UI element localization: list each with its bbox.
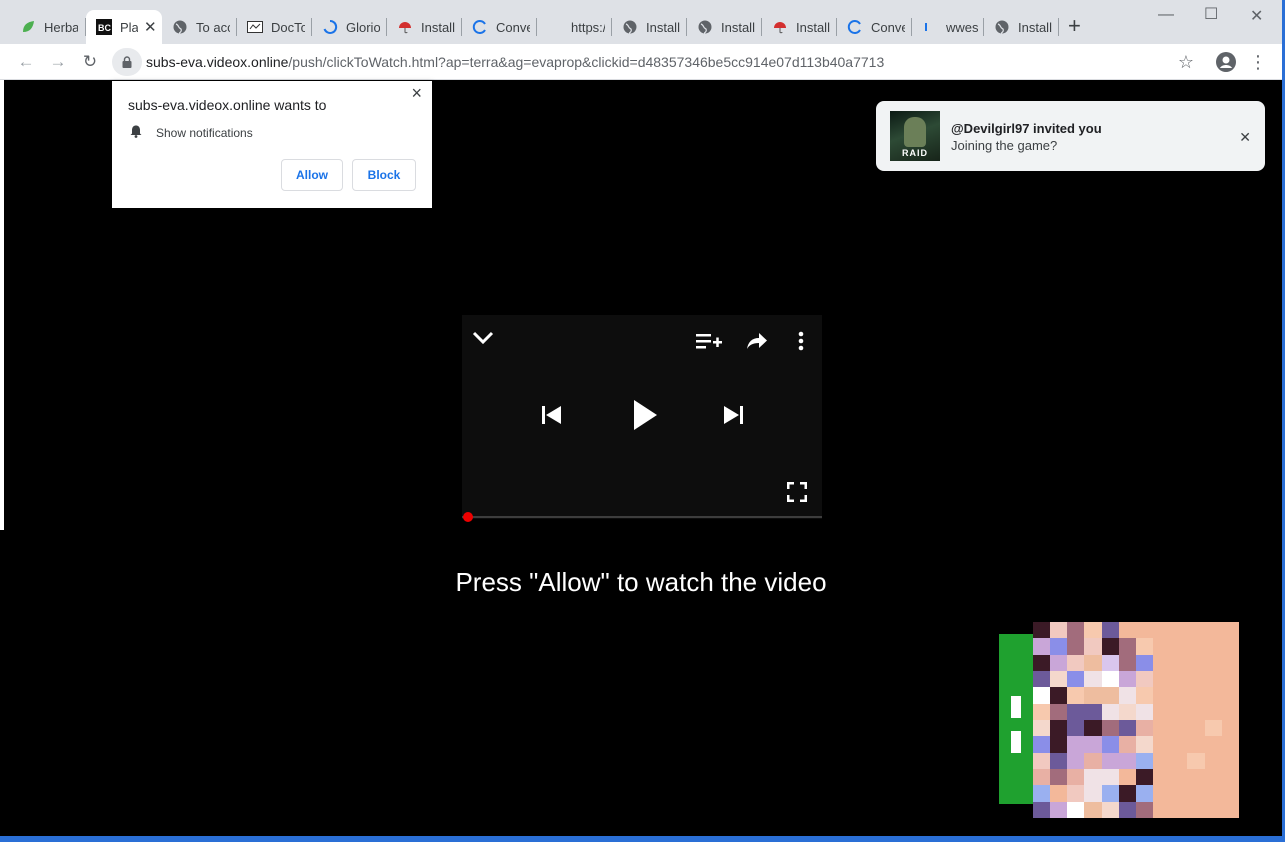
svg-text:BC: BC bbox=[98, 23, 111, 33]
tab-to-acc[interactable]: To acc bbox=[162, 10, 237, 44]
close-icon[interactable]: ✕ bbox=[1239, 129, 1251, 146]
tab-active[interactable]: BC Pla ✕ bbox=[86, 10, 162, 44]
leaf-icon bbox=[20, 19, 36, 35]
progress-scrubber[interactable] bbox=[463, 512, 473, 522]
add-to-queue-icon[interactable] bbox=[696, 332, 722, 352]
more-vert-icon[interactable] bbox=[798, 331, 804, 351]
tab-conve-2[interactable]: Conve bbox=[837, 10, 912, 44]
address-bar[interactable]: subs-eva.videox.online/push/clickToWatch… bbox=[112, 48, 1208, 76]
chevron-down-icon[interactable] bbox=[472, 331, 494, 345]
pixelated-ad-image[interactable] bbox=[997, 610, 1242, 820]
bc-icon: BC bbox=[96, 19, 112, 35]
permission-item: Show notifications bbox=[130, 125, 253, 141]
tab-install-2[interactable]: Install bbox=[612, 10, 687, 44]
block-button[interactable]: Block bbox=[352, 159, 416, 191]
ad-pixel-mosaic bbox=[1033, 622, 1239, 818]
close-icon[interactable]: × bbox=[411, 83, 422, 104]
tab-install-3[interactable]: Install bbox=[687, 10, 762, 44]
forward-icon[interactable]: → bbox=[46, 50, 70, 74]
ad-green-panel bbox=[999, 634, 1037, 804]
globe-icon bbox=[172, 19, 188, 35]
progress-bar[interactable] bbox=[462, 512, 822, 522]
spinner-icon bbox=[472, 19, 488, 35]
browser-window: Herba BC Pla ✕ To acc DocTo Glorio Insta… bbox=[0, 0, 1285, 842]
tab-herba[interactable]: Herba bbox=[10, 10, 86, 44]
toolbar: ← → ↻ subs-eva.videox.online/push/clickT… bbox=[0, 44, 1282, 80]
tab-conve-1[interactable]: Conve bbox=[462, 10, 537, 44]
url-text: subs-eva.videox.online/push/clickToWatch… bbox=[146, 54, 885, 70]
tab-install-4[interactable]: Install bbox=[762, 10, 837, 44]
video-player[interactable] bbox=[462, 315, 822, 522]
back-icon[interactable]: ← bbox=[14, 50, 38, 74]
close-window-icon[interactable]: ✕ bbox=[1250, 6, 1263, 26]
game-thumbnail: RAID bbox=[890, 111, 940, 161]
menu-icon[interactable]: ⋮ bbox=[1246, 50, 1270, 74]
maximize-icon[interactable]: ☐ bbox=[1204, 4, 1218, 24]
game-invite-toast[interactable]: RAID @Devilgirl97 invited you Joining th… bbox=[876, 101, 1265, 171]
toast-title: @Devilgirl97 invited you bbox=[951, 121, 1102, 136]
tab-https[interactable]: https:/ bbox=[537, 10, 612, 44]
spinner-icon bbox=[322, 19, 338, 35]
tab-install-1[interactable]: Install bbox=[387, 10, 462, 44]
new-tab-button[interactable]: + bbox=[1068, 14, 1081, 38]
globe-icon bbox=[994, 19, 1010, 35]
bookmark-star-icon[interactable]: ☆ bbox=[1174, 50, 1198, 74]
fullscreen-icon[interactable] bbox=[787, 482, 807, 502]
notification-permission-popup: subs-eva.videox.online wants to × Show n… bbox=[112, 81, 432, 208]
tab-docto[interactable]: DocTo bbox=[237, 10, 312, 44]
umbrella-icon bbox=[772, 19, 788, 35]
share-icon[interactable] bbox=[746, 332, 768, 350]
globe-icon bbox=[622, 19, 638, 35]
umbrella-icon bbox=[397, 19, 413, 35]
spinner-icon bbox=[922, 19, 938, 35]
minimize-icon[interactable]: — bbox=[1158, 6, 1174, 24]
globe-icon bbox=[697, 19, 713, 35]
tab-strip: Herba BC Pla ✕ To acc DocTo Glorio Insta… bbox=[0, 0, 1282, 44]
spinner-icon bbox=[847, 19, 863, 35]
ad-white-mark bbox=[1011, 731, 1021, 753]
doc-icon bbox=[247, 19, 263, 35]
allow-prompt-text: Press "Allow" to watch the video bbox=[455, 567, 827, 597]
allow-button[interactable]: Allow bbox=[281, 159, 343, 191]
skip-previous-icon[interactable] bbox=[542, 405, 562, 425]
close-tab-icon[interactable]: ✕ bbox=[144, 18, 157, 36]
ad-white-mark bbox=[1011, 696, 1021, 718]
lock-icon[interactable] bbox=[112, 48, 142, 76]
skip-next-icon[interactable] bbox=[723, 405, 743, 425]
play-icon[interactable] bbox=[633, 400, 657, 430]
tab-install-5[interactable]: Install bbox=[984, 10, 1059, 44]
tab-wwes[interactable]: wwes bbox=[912, 10, 984, 44]
profile-icon[interactable] bbox=[1214, 50, 1238, 74]
left-edge-strip bbox=[0, 80, 4, 530]
bell-icon bbox=[130, 125, 142, 141]
tab-glorio[interactable]: Glorio bbox=[312, 10, 387, 44]
toast-message: Joining the game? bbox=[951, 138, 1058, 153]
blank-icon bbox=[547, 19, 563, 35]
reload-icon[interactable]: ↻ bbox=[78, 50, 102, 74]
